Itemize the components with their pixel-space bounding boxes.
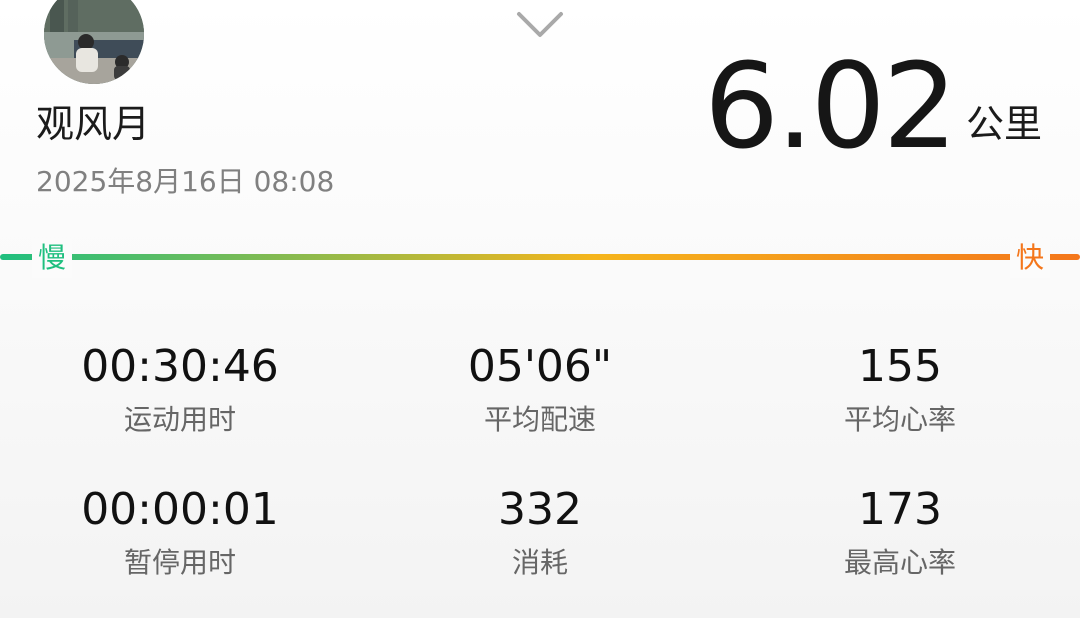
- pace-gradient-bar: [0, 254, 1080, 260]
- stat-label: 消耗: [511, 546, 568, 579]
- stat-label: 最高心率: [843, 546, 956, 579]
- stat-label: 平均配速: [483, 403, 596, 436]
- run-datetime: 2025年8月16日 08:08: [36, 165, 335, 198]
- stat-avg-heart-rate: 155 平均心率: [740, 340, 1060, 438]
- pace-fast-label: 快: [1010, 238, 1050, 278]
- collapse-button[interactable]: [510, 4, 570, 40]
- stat-pause-time: 00:00:01 暂停用时: [20, 483, 340, 581]
- pace-scale: 慢 快: [0, 236, 1080, 280]
- stat-label: 运动用时: [123, 403, 236, 436]
- stat-label: 平均心率: [843, 403, 956, 436]
- pace-slow-label: 慢: [32, 238, 72, 278]
- stat-calories: 332 消耗: [380, 483, 700, 581]
- stat-max-heart-rate: 173 最高心率: [740, 483, 1060, 581]
- stat-value: 05'06": [467, 341, 613, 392]
- stat-value: 155: [858, 341, 942, 392]
- stat-value: 332: [498, 484, 582, 535]
- stat-value: 00:30:46: [81, 341, 279, 392]
- avatar[interactable]: [44, 0, 144, 84]
- user-name: 观风月: [36, 102, 151, 146]
- stat-value: 173: [858, 484, 942, 535]
- distance-value: 6.02: [704, 37, 958, 175]
- chevron-down-icon: [517, 12, 563, 37]
- stat-avg-pace: 05'06" 平均配速: [380, 340, 700, 438]
- distance-unit: 公里: [966, 102, 1043, 146]
- stat-duration: 00:30:46 运动用时: [20, 340, 340, 438]
- stat-label: 暂停用时: [123, 546, 236, 579]
- stat-value: 00:00:01: [81, 484, 279, 535]
